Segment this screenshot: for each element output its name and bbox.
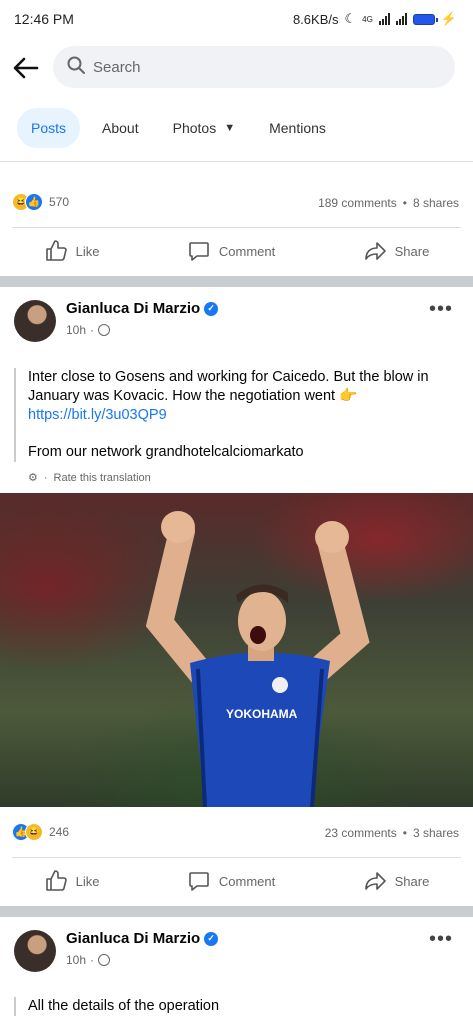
more-options-button[interactable]: •••	[429, 298, 453, 321]
thumbs-up-icon	[45, 870, 67, 891]
like-label: Like	[75, 873, 100, 889]
comment-label: Comment	[218, 873, 276, 889]
post-link[interactable]: https://bit.ly/3u03QP9	[28, 406, 454, 425]
charging-icon: ⚡	[440, 11, 457, 26]
comment-button[interactable]: Comment	[187, 239, 275, 263]
post-time-label: 10h	[66, 953, 87, 967]
post-header: Gianluca Di Marzio ✓ 10h ·	[14, 930, 219, 972]
author-name: Gianluca Di Marzio	[66, 300, 201, 317]
tab-mentions[interactable]: Mentions	[255, 108, 340, 148]
share-label: Share	[394, 873, 430, 889]
author-name: Gianluca Di Marzio	[66, 930, 201, 947]
back-arrow-icon[interactable]	[0, 46, 52, 90]
verified-badge-icon: ✓	[204, 931, 219, 946]
tab-photos[interactable]: Photos ▼	[159, 108, 249, 148]
search-row	[0, 46, 473, 90]
post-actions: Like Comment Share	[0, 857, 473, 905]
player-photo-illustration: YOKOHAMA	[145, 511, 370, 807]
post-time[interactable]: 10h ·	[66, 953, 218, 967]
engagement-counts: 189 comments • 8 shares	[318, 196, 459, 210]
more-options-button[interactable]: •••	[429, 928, 453, 951]
svg-text:YOKOHAMA: YOKOHAMA	[226, 707, 298, 721]
tab-photos-label: Photos	[172, 120, 217, 136]
like-button[interactable]: Like	[44, 869, 100, 893]
post-separator	[0, 276, 473, 287]
share-button[interactable]: Share	[363, 869, 430, 893]
avatar[interactable]	[14, 300, 56, 342]
rate-translation[interactable]: ⚙ · Rate this translation	[28, 471, 151, 485]
post-header: Gianluca Di Marzio ✓ 10h ·	[14, 300, 219, 342]
comment-button[interactable]: Comment	[187, 869, 275, 893]
shares-count[interactable]: 8 shares	[413, 196, 459, 210]
moon-icon: ☾	[344, 11, 357, 26]
shares-count[interactable]: 3 shares	[413, 826, 459, 840]
reaction-count: 570	[49, 195, 70, 209]
post-time-label: 10h	[66, 323, 87, 337]
haha-reaction-icon: 😆	[25, 823, 43, 841]
like-reaction-icon: 👍	[25, 193, 43, 211]
globe-icon	[98, 954, 111, 966]
like-label: Like	[75, 243, 100, 259]
status-icons: 8.6KB/s ☾ 4G ⚡	[293, 11, 457, 27]
post-body: Inter close to Gosens and working for Ca…	[14, 368, 454, 462]
chevron-down-icon: ▼	[224, 122, 236, 134]
network-speed: 8.6KB/s	[292, 11, 339, 27]
post-author[interactable]: Gianluca Di Marzio ✓	[66, 930, 219, 947]
search-input[interactable]	[93, 58, 393, 76]
battery-icon	[412, 13, 438, 25]
profile-tabs: Posts About Photos ▼ Mentions	[17, 108, 340, 148]
gear-icon: ⚙	[28, 472, 38, 484]
search-icon	[67, 56, 85, 79]
rate-translation-label: Rate this translation	[53, 471, 151, 484]
thumbs-up-icon	[45, 240, 67, 261]
search-bar[interactable]	[53, 46, 455, 88]
signal-icon-2	[395, 13, 407, 25]
post-text: All the details of the operation	[28, 998, 220, 1014]
post-footer-text: From our network grandhotelcalciomarkato	[28, 444, 304, 460]
share-button[interactable]: Share	[363, 239, 430, 263]
post-text: Inter close to Gosens and working for Ca…	[28, 369, 429, 404]
comment-icon	[189, 872, 209, 891]
globe-icon	[98, 324, 111, 336]
comments-count[interactable]: 23 comments	[325, 826, 397, 840]
share-icon	[364, 242, 386, 260]
status-time: 12:46 PM	[14, 11, 74, 27]
comment-label: Comment	[218, 243, 276, 259]
comments-count[interactable]: 189 comments	[318, 196, 397, 210]
network-type-label: 4G	[362, 14, 373, 24]
share-icon	[364, 872, 386, 890]
comment-icon	[189, 242, 209, 261]
share-label: Share	[394, 243, 430, 259]
dot-separator: •	[402, 196, 407, 210]
post-author[interactable]: Gianluca Di Marzio ✓	[66, 300, 219, 317]
post-actions: Like Comment Share	[0, 227, 473, 275]
verified-badge-icon: ✓	[204, 301, 219, 316]
reactions-summary[interactable]: 😆 👍 570	[12, 193, 69, 211]
tab-about[interactable]: About	[88, 108, 153, 148]
reactions-summary[interactable]: 👍 😆 246	[12, 823, 69, 841]
engagement-counts: 23 comments • 3 shares	[325, 826, 459, 840]
post-body: All the details of the operation	[14, 997, 454, 1016]
post-photo[interactable]: YOKOHAMA	[0, 493, 473, 807]
status-bar: 12:46 PM 8.6KB/s ☾ 4G ⚡	[0, 0, 473, 38]
dot-separator: •	[402, 826, 407, 840]
reaction-count: 246	[49, 825, 70, 839]
avatar[interactable]	[14, 930, 56, 972]
tab-posts[interactable]: Posts	[17, 108, 81, 148]
like-button[interactable]: Like	[44, 239, 100, 263]
post-separator	[0, 906, 473, 917]
divider	[0, 161, 473, 162]
signal-icon	[378, 13, 390, 25]
post-time[interactable]: 10h ·	[66, 323, 218, 337]
